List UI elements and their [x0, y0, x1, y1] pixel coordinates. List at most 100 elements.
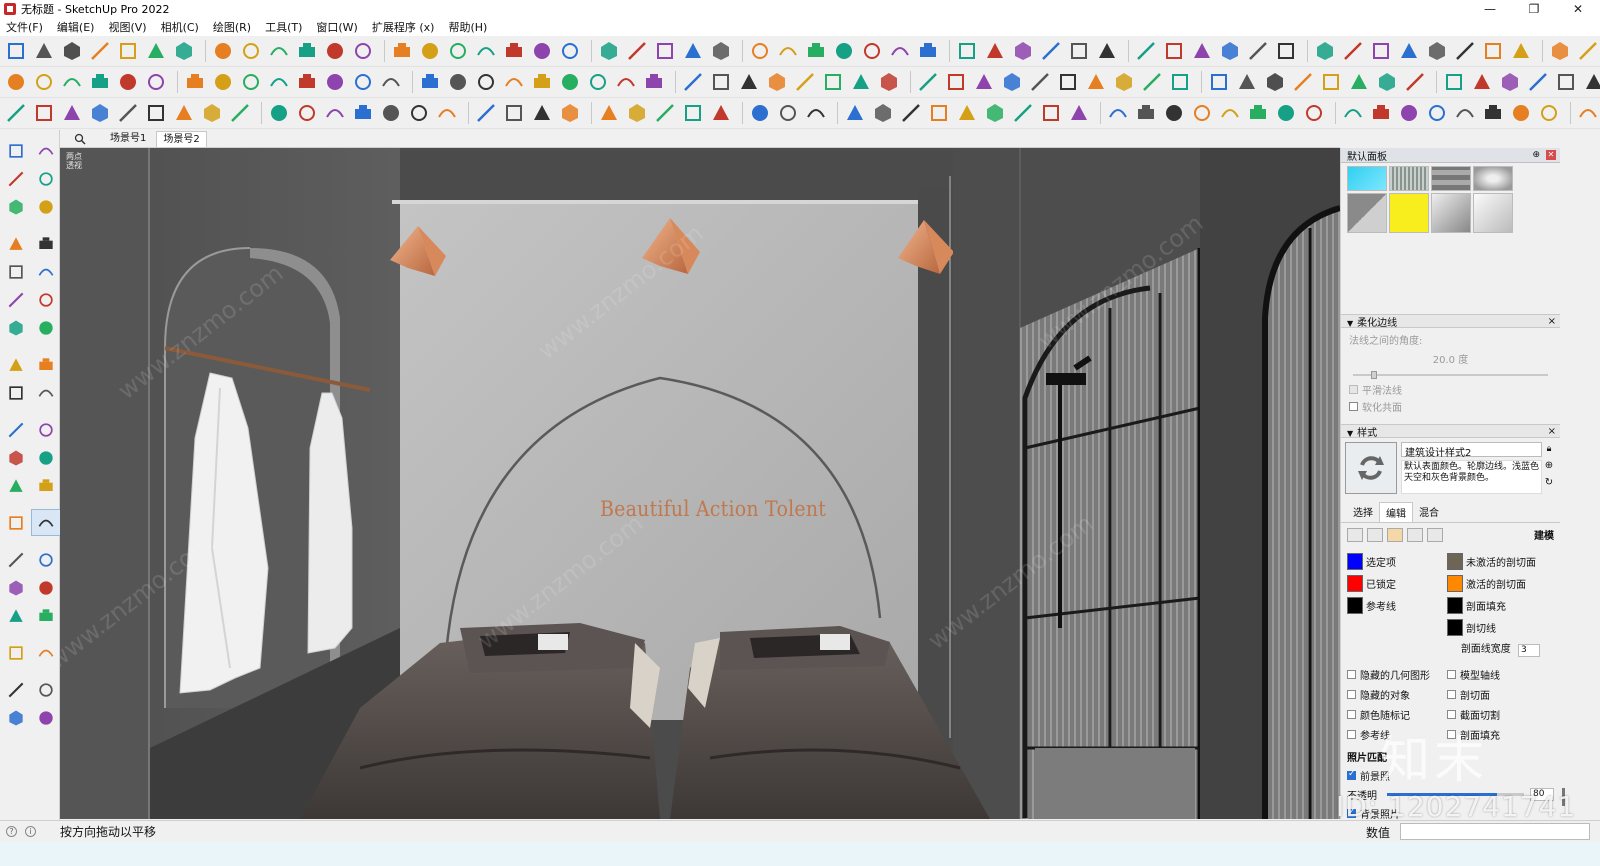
palette-tool-icon[interactable] — [32, 575, 60, 600]
soften-coplanar-row[interactable]: 软化共面 — [1349, 399, 1552, 414]
close-button[interactable]: ✕ — [1556, 0, 1600, 18]
toolbar-tool-icon[interactable] — [843, 101, 867, 125]
color-item[interactable]: 剖面填充 — [1447, 596, 1547, 614]
toolbar-tool-icon[interactable] — [1067, 39, 1091, 63]
toolbar-tool-icon[interactable] — [681, 101, 705, 125]
swatch-white[interactable] — [1473, 193, 1513, 233]
scene-tab-1[interactable]: 场景号1 — [104, 131, 152, 147]
toolbar-tool-icon[interactable] — [586, 70, 610, 94]
swatch-metal[interactable] — [1431, 193, 1471, 233]
info-icon[interactable]: i — [25, 826, 36, 837]
geo-location-icon[interactable]: ? — [6, 826, 17, 837]
option-checkbox[interactable] — [1447, 690, 1456, 699]
swatch-stripes[interactable] — [1389, 166, 1429, 191]
toolbar-tool-icon[interactable] — [1453, 101, 1477, 125]
toolbar-tool-icon[interactable] — [625, 101, 649, 125]
toolbar-tool-icon[interactable] — [1369, 101, 1393, 125]
menu-tools[interactable]: 工具(T) — [265, 19, 302, 35]
palette-tool-icon[interactable] — [2, 547, 30, 572]
toolbar-tool-icon[interactable] — [32, 70, 56, 94]
toolbar-tool-icon[interactable] — [1263, 70, 1287, 94]
toolbar-tool-icon[interactable] — [502, 101, 526, 125]
toolbar-tool-icon[interactable] — [1028, 70, 1052, 94]
palette-tool-icon[interactable] — [32, 445, 60, 470]
menu-view[interactable]: 视图(V) — [108, 19, 146, 35]
toolbar-tool-icon[interactable] — [1425, 39, 1449, 63]
palette-tool-icon[interactable] — [2, 417, 30, 442]
soften-coplanar-checkbox[interactable] — [1349, 402, 1358, 411]
toolbar-tool-icon[interactable] — [1106, 101, 1130, 125]
toolbar-tool-icon[interactable] — [681, 70, 705, 94]
scene-tab-2[interactable]: 场景号2 — [156, 130, 207, 147]
toolbar-tool-icon[interactable] — [530, 39, 554, 63]
toolbar-tool-icon[interactable] — [944, 70, 968, 94]
toolbar-tool-icon[interactable] — [1168, 70, 1192, 94]
swatch-cyan[interactable] — [1347, 166, 1387, 191]
toolbar-tool-icon[interactable] — [1039, 101, 1063, 125]
toolbar-tool-icon[interactable] — [323, 39, 347, 63]
palette-tool-icon[interactable] — [2, 315, 30, 340]
toolbar-tool-icon[interactable] — [390, 39, 414, 63]
toolbar-tool-icon[interactable] — [642, 70, 666, 94]
toolbar-tool-icon[interactable] — [144, 39, 168, 63]
slider-thumb[interactable] — [1371, 371, 1377, 379]
palette-tool-icon[interactable] — [2, 352, 30, 377]
pin-icon[interactable]: ⊕ — [1532, 150, 1540, 160]
toolbar-tool-icon[interactable] — [1084, 70, 1108, 94]
toolbar-tool-icon[interactable] — [1134, 101, 1158, 125]
toolbar-tool-icon[interactable] — [860, 39, 884, 63]
minimize-button[interactable]: — — [1468, 0, 1512, 18]
swatch-yellow[interactable] — [1389, 193, 1429, 233]
toolbar-tool-icon[interactable] — [1140, 70, 1164, 94]
color-item[interactable]: 选定项 — [1347, 552, 1447, 570]
palette-tool-icon[interactable] — [2, 445, 30, 470]
collapse-icon[interactable]: × — [1548, 316, 1556, 327]
palette-tool-icon[interactable] — [2, 575, 30, 600]
toolbar-tool-icon[interactable] — [474, 101, 498, 125]
toolbar-tool-icon[interactable] — [1218, 39, 1242, 63]
palette-tool-icon[interactable] — [2, 231, 30, 256]
toolbar-tool-icon[interactable] — [474, 70, 498, 94]
toolbar-tool-icon[interactable] — [502, 39, 526, 63]
palette-tool-icon[interactable] — [32, 417, 60, 442]
toolbar-tool-icon[interactable] — [1576, 101, 1600, 125]
option-checkbox[interactable] — [1347, 690, 1356, 699]
palette-tool-icon[interactable] — [32, 473, 60, 498]
toolbar-tool-icon[interactable] — [4, 39, 28, 63]
toolbar-tool-icon[interactable] — [1526, 70, 1550, 94]
toolbar-tool-icon[interactable] — [748, 39, 772, 63]
toolbar-tool-icon[interactable] — [804, 39, 828, 63]
option-checkbox[interactable] — [1347, 670, 1356, 679]
edge-settings-icon[interactable] — [1347, 527, 1363, 542]
menu-extensions[interactable]: 扩展程序 (x) — [372, 19, 435, 35]
color-item[interactable]: 参考线 — [1347, 596, 1447, 614]
palette-tool-icon[interactable] — [2, 194, 30, 219]
palette-tool-icon[interactable] — [2, 705, 30, 730]
search-scenes-icon[interactable] — [60, 133, 100, 145]
update-style-icon[interactable]: ↻ — [1545, 477, 1553, 488]
toolbar-tool-icon[interactable] — [351, 101, 375, 125]
toolbar-tool-icon[interactable] — [709, 101, 733, 125]
toolbar-tool-icon[interactable] — [172, 39, 196, 63]
toolbar-tool-icon[interactable] — [1470, 70, 1494, 94]
toolbar-tool-icon[interactable] — [955, 101, 979, 125]
palette-tool-icon[interactable] — [2, 473, 30, 498]
toolbar-tool-icon[interactable] — [614, 70, 638, 94]
menu-edit[interactable]: 编辑(E) — [57, 19, 95, 35]
palette-tool-icon[interactable] — [32, 194, 60, 219]
toolbar-tool-icon[interactable] — [832, 39, 856, 63]
toolbar-tool-icon[interactable] — [446, 39, 470, 63]
toolbar-tool-icon[interactable] — [295, 101, 319, 125]
styles-header[interactable]: ▼ 样式 × — [1341, 424, 1560, 439]
toolbar-tool-icon[interactable] — [267, 39, 291, 63]
toolbar-tool-icon[interactable] — [558, 101, 582, 125]
palette-tool-icon[interactable] — [32, 380, 60, 405]
toolbar-tool-icon[interactable] — [172, 101, 196, 125]
toolbar-tool-icon[interactable] — [1341, 101, 1365, 125]
option-checkbox[interactable] — [1347, 710, 1356, 719]
color-swatch[interactable] — [1347, 574, 1363, 592]
toolbar-tool-icon[interactable] — [1313, 39, 1337, 63]
palette-tool-icon[interactable] — [2, 640, 30, 665]
menu-window[interactable]: 窗口(W) — [316, 19, 357, 35]
toolbar-tool-icon[interactable] — [983, 101, 1007, 125]
